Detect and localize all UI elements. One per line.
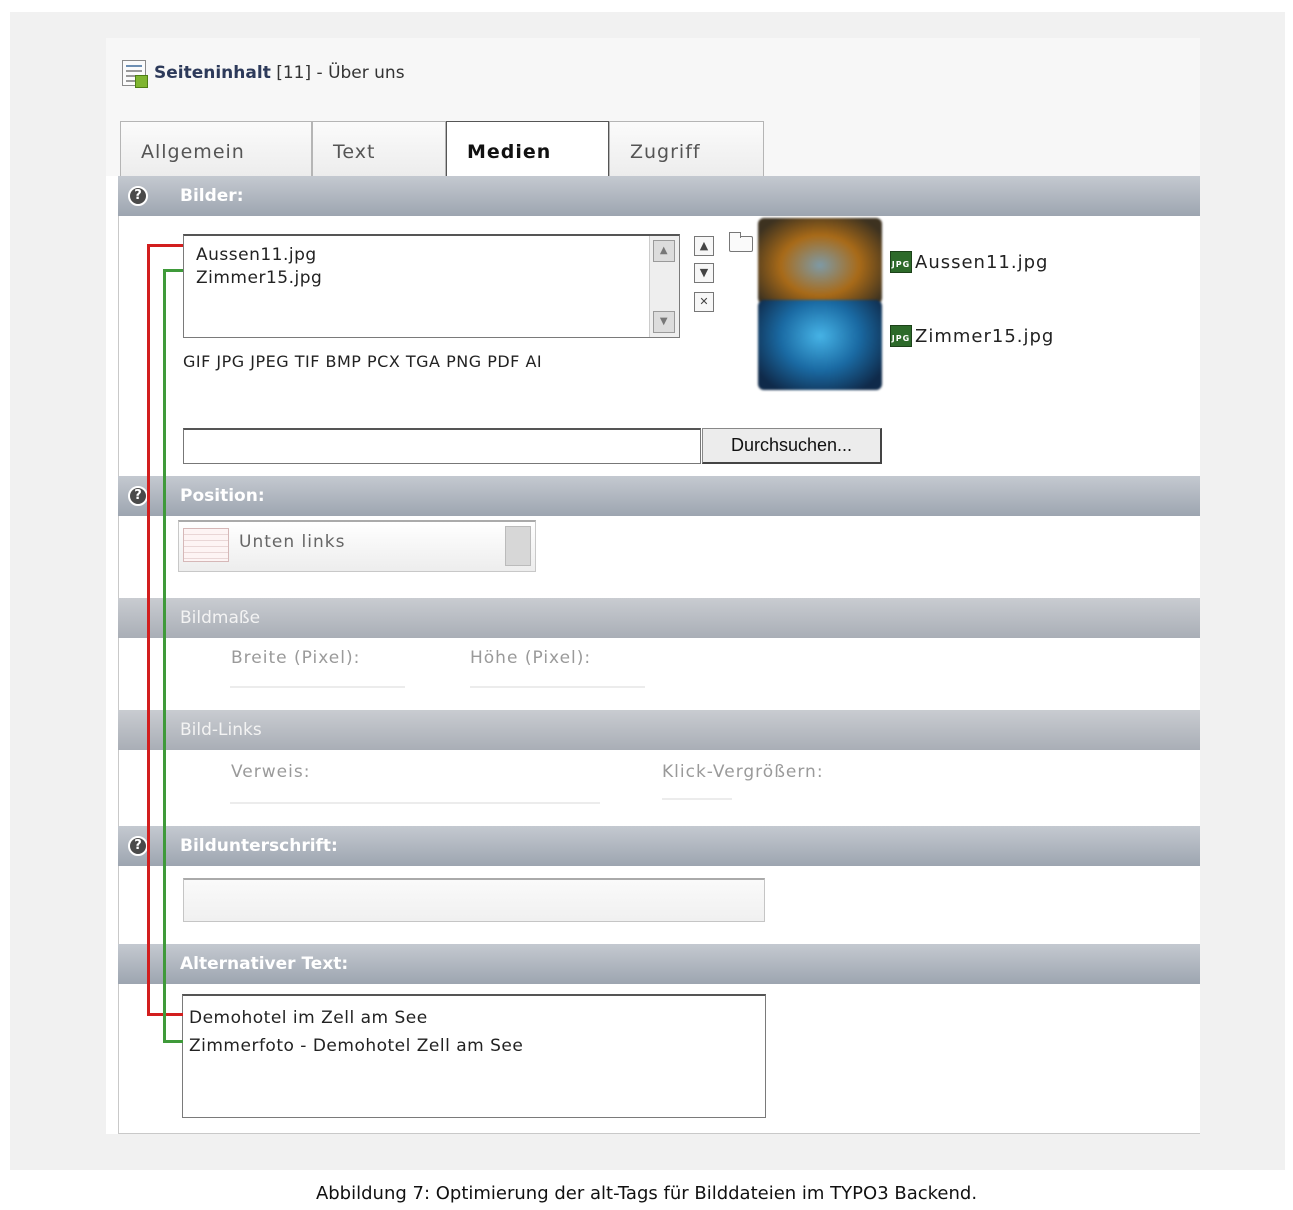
record-title: Seiteninhalt [11] - Über uns [122, 60, 405, 88]
attached-file[interactable]: JPG Zimmer15.jpg [890, 325, 1054, 347]
section-dimensions-title: Bildmaße [180, 608, 261, 628]
list-scrollbar[interactable]: ▲ ▼ [649, 236, 679, 337]
record-id-title: [11] - Über uns [270, 63, 405, 83]
position-select[interactable]: Unten links [178, 520, 536, 572]
width-label: Breite (Pixel): [231, 648, 361, 668]
jpg-file-icon: JPG [890, 325, 912, 347]
section-position-title: Position: [180, 486, 265, 506]
scroll-up-icon[interactable]: ▲ [653, 240, 675, 262]
tab-allgemein[interactable]: Allgemein [120, 121, 312, 177]
height-label: Höhe (Pixel): [470, 648, 592, 668]
thumbnail-image [758, 300, 882, 390]
help-icon[interactable]: ? [128, 836, 148, 856]
position-selected-value: Unten links [239, 532, 346, 552]
alt-text-field[interactable]: Demohotel im Zell am See Zimmerfoto - De… [182, 994, 766, 1118]
thumbnail-image [758, 218, 882, 304]
alt-text-line: Demohotel im Zell am See [189, 1008, 428, 1028]
help-icon[interactable]: ? [128, 486, 148, 506]
section-caption-title: Bildunterschrift: [180, 836, 338, 856]
move-down-button[interactable]: ▼ [694, 263, 714, 283]
width-field[interactable] [230, 686, 405, 688]
section-links-title: Bild-Links [180, 720, 262, 740]
tab-zugriff[interactable]: Zugriff [609, 121, 764, 177]
figure-caption: Abbildung 7: Optimierung der alt-Tags fü… [315, 1183, 978, 1204]
dropdown-arrow-icon[interactable] [505, 526, 531, 566]
attached-file-name[interactable]: Zimmer15.jpg [915, 326, 1054, 347]
image-file-list[interactable]: Aussen11.jpg Zimmer15.jpg ▲ ▼ [183, 234, 680, 338]
browse-button[interactable]: Durchsuchen... [702, 428, 882, 464]
click-enlarge-checkbox[interactable] [662, 798, 732, 800]
move-up-button[interactable]: ▲ [694, 236, 714, 256]
help-icon[interactable]: ? [128, 186, 148, 206]
link-label: Verweis: [231, 762, 311, 782]
section-links-header: Bild-Links [118, 710, 1200, 750]
click-enlarge-label: Klick-Vergrößern: [662, 762, 824, 782]
layout-preview-icon [183, 528, 229, 562]
attached-file[interactable]: JPG Aussen11.jpg [890, 251, 1048, 273]
attached-file-name[interactable]: Aussen11.jpg [915, 252, 1048, 273]
section-caption-header: ? Bildunterschrift: [118, 826, 1200, 866]
list-item[interactable]: Aussen11.jpg [196, 244, 679, 267]
height-field[interactable] [470, 686, 645, 688]
section-dimensions-header: Bildmaße [118, 598, 1200, 638]
section-alt-text-header: Alternativer Text: [118, 944, 1200, 984]
content-element-icon [122, 60, 148, 88]
upload-file-input[interactable] [183, 428, 701, 464]
jpg-file-icon: JPG [890, 251, 912, 273]
section-images-title: Bilder: [180, 186, 244, 206]
remove-file-button[interactable]: ✕ [694, 292, 714, 312]
allowed-file-types: GIF JPG JPEG TIF BMP PCX TGA PNG PDF AI [183, 352, 543, 371]
record-type: Seiteninhalt [154, 63, 271, 83]
caption-field[interactable] [183, 878, 765, 922]
folder-browse-icon[interactable] [729, 232, 753, 252]
tab-text[interactable]: Text [312, 121, 446, 177]
section-images-header: ? Bilder: [118, 176, 1200, 216]
link-field[interactable] [230, 802, 600, 804]
section-alt-text-title: Alternativer Text: [180, 954, 349, 974]
section-position-header: ? Position: [118, 476, 1200, 516]
list-item[interactable]: Zimmer15.jpg [196, 267, 679, 290]
tab-medien[interactable]: Medien [446, 121, 609, 177]
alt-text-line: Zimmerfoto - Demohotel Zell am See [189, 1036, 524, 1056]
scroll-down-icon[interactable]: ▼ [653, 311, 675, 333]
